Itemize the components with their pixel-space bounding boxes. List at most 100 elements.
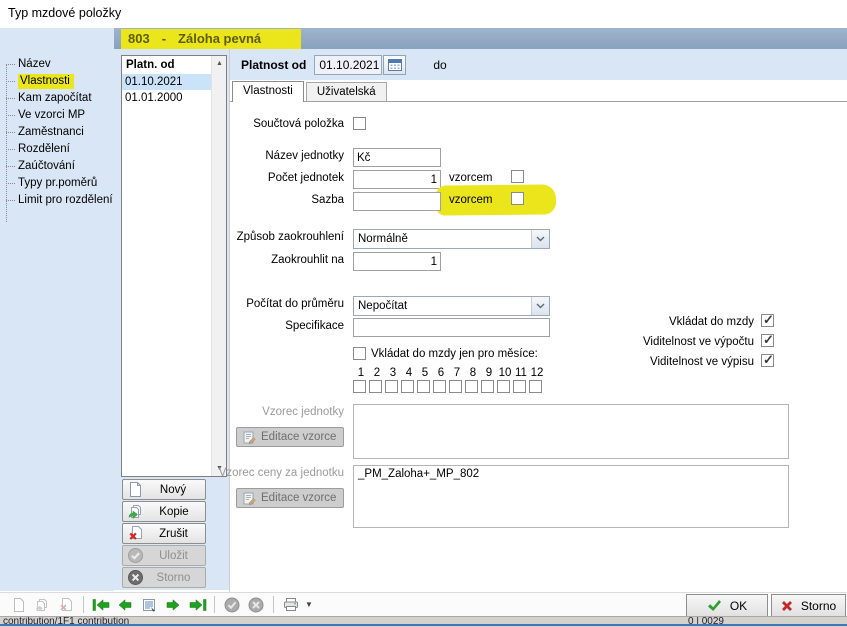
month-checkbox[interactable]: [513, 380, 526, 393]
sum-item-checkbox[interactable]: [353, 117, 366, 130]
month-checkbox[interactable]: [497, 380, 510, 393]
browse-records-icon[interactable]: [137, 595, 161, 615]
validity-to-label: do: [433, 58, 446, 72]
validity-from-date-field[interactable]: 01.10.2021: [314, 55, 382, 75]
rate-formula-label: vzorcem: [449, 194, 492, 206]
nav-last-icon[interactable]: [185, 595, 209, 615]
save-button[interactable]: Uložit: [122, 545, 206, 566]
unit-name-input[interactable]: [353, 148, 441, 167]
flag-viditelnost-vypisu-label: Viditelnost ve výpisu: [540, 356, 754, 368]
edit-price-formula-button[interactable]: Editace vzorce: [236, 488, 344, 508]
rounding-method-select[interactable]: Normálně: [353, 229, 550, 249]
copy-pages-icon: [128, 504, 144, 519]
toolbar-separator: [214, 596, 215, 613]
flag-viditelnost-vypisu-checkbox[interactable]: [761, 354, 774, 367]
ok-check-icon: [707, 599, 722, 612]
tab-vlastnosti[interactable]: Vlastnosti: [232, 81, 304, 102]
status-bar: contribution/1F1 contribution 0 | 0029: [0, 616, 847, 627]
sidebar-item-ve-vzorci-mp[interactable]: Ve vzorci MP: [0, 107, 114, 124]
nav-next-icon[interactable]: [161, 595, 185, 615]
month-checkboxes: [353, 380, 542, 393]
copy-record-icon[interactable]: [30, 595, 54, 615]
months-filter-checkbox[interactable]: [353, 347, 366, 360]
storno-x-icon: [781, 600, 793, 612]
month-checkbox[interactable]: [385, 380, 398, 393]
calendar-button[interactable]: [383, 55, 406, 75]
unit-formula-textarea[interactable]: [353, 404, 789, 459]
month-checkbox[interactable]: [433, 380, 446, 393]
chevron-down-icon[interactable]: [531, 230, 549, 248]
chevron-down-icon[interactable]: [531, 297, 549, 315]
sidebar-item-typy-pr-pomeru[interactable]: Typy pr.poměrů: [0, 175, 114, 192]
new-record-icon[interactable]: [6, 595, 30, 615]
rate-formula-checkbox[interactable]: [511, 192, 524, 205]
price-formula-textarea[interactable]: _PM_Zaloha+_MP_802: [353, 465, 789, 528]
record-header-bar: 803 - Záloha pevná: [114, 28, 847, 49]
flag-viditelnost-vypoctu-checkbox[interactable]: [761, 334, 774, 347]
storno-button[interactable]: Storno: [771, 594, 846, 617]
detail-panel: Platnost od 01.10.2021 do Vlastnosti Uži…: [229, 49, 847, 592]
delete-record-icon[interactable]: [54, 595, 78, 615]
month-checkbox[interactable]: [353, 380, 366, 393]
rate-input[interactable]: [353, 192, 441, 211]
specification-label: Specifikace: [230, 320, 344, 332]
status-divider-line: [0, 624, 847, 626]
flag-vkladat-do-mzdy-checkbox[interactable]: [761, 314, 774, 327]
average-label: Počítat do průměru: [230, 298, 344, 310]
toolbar-separator: [83, 596, 84, 613]
month-checkbox[interactable]: [401, 380, 414, 393]
sidebar-item-rozdeleni[interactable]: Rozdělení: [0, 141, 114, 158]
nav-first-icon[interactable]: [89, 595, 113, 615]
print-dropdown-arrow[interactable]: ▼: [305, 600, 313, 609]
month-checkbox[interactable]: [465, 380, 478, 393]
sidebar-item-limit-pro-rozdeleni[interactable]: Limit pro rozdělení: [0, 192, 114, 209]
page-title: Typ mzdové položky: [8, 6, 121, 20]
tab-uzivatelska[interactable]: Uživatelská: [306, 82, 387, 101]
edit-formula-icon: [243, 492, 256, 505]
list-item[interactable]: 01.10.2021: [122, 74, 211, 90]
month-checkbox[interactable]: [481, 380, 494, 393]
month-numbers: 123456789101112: [353, 367, 545, 379]
record-code: 803: [128, 31, 150, 46]
tab-bar: Vlastnosti Uživatelská: [230, 80, 847, 102]
average-select[interactable]: Nepočítat: [353, 296, 550, 316]
validity-date-list: Platn. od 01.10.2021 01.01.2000 ▲ ▼: [121, 55, 227, 477]
print-icon[interactable]: [279, 595, 303, 615]
unit-count-formula-label: vzorcem: [449, 172, 492, 184]
sidebar-item-nazev[interactable]: Název: [0, 56, 114, 73]
round-to-input[interactable]: [353, 252, 441, 271]
sidebar-item-zauctovani[interactable]: Zaúčtování: [0, 158, 114, 175]
months-filter-label: Vkládat do mzdy jen pro měsíce:: [371, 348, 538, 360]
month-checkbox[interactable]: [417, 380, 430, 393]
storno-record-button[interactable]: Storno: [122, 567, 206, 588]
unit-formula-label: Vzorec jednotky: [230, 406, 344, 418]
accept-icon[interactable]: [220, 595, 244, 615]
edit-unit-formula-button[interactable]: Editace vzorce: [236, 427, 344, 447]
ok-button[interactable]: OK: [686, 594, 768, 617]
month-checkbox[interactable]: [529, 380, 542, 393]
scroll-up-icon[interactable]: ▲: [212, 60, 227, 67]
specification-input[interactable]: [353, 318, 550, 337]
edit-formula-icon: [243, 431, 256, 444]
unit-count-formula-checkbox[interactable]: [511, 170, 524, 183]
sidebar-item-zamestnanci[interactable]: Zaměstnanci: [0, 124, 114, 141]
scrollbar[interactable]: ▲ ▼: [211, 56, 226, 476]
new-button[interactable]: Nový: [122, 479, 206, 500]
sidebar: Název Vlastnosti Kam započítat Ve vzorci…: [0, 28, 114, 591]
record-actions: Nový Kopie Zrušit Uložit Storno: [122, 479, 206, 589]
toolbar-separator: [273, 596, 274, 613]
list-item[interactable]: 01.01.2000: [122, 90, 211, 106]
copy-button[interactable]: Kopie: [122, 501, 206, 522]
delete-button[interactable]: Zrušit: [122, 523, 206, 544]
sidebar-tree: Název Vlastnosti Kam započítat Ve vzorci…: [0, 28, 114, 209]
unit-count-input[interactable]: [353, 170, 441, 189]
month-checkbox[interactable]: [369, 380, 382, 393]
sidebar-item-kam-zapocitat[interactable]: Kam započítat: [0, 90, 114, 107]
month-checkbox[interactable]: [449, 380, 462, 393]
record-name: Záloha pevná: [178, 31, 261, 46]
sidebar-item-vlastnosti[interactable]: Vlastnosti: [0, 73, 114, 90]
nav-prev-icon[interactable]: [113, 595, 137, 615]
flag-viditelnost-vypoctu-label: Viditelnost ve výpočtu: [540, 336, 754, 348]
cancel-icon[interactable]: [244, 595, 268, 615]
save-circle-check-icon: [128, 548, 143, 563]
